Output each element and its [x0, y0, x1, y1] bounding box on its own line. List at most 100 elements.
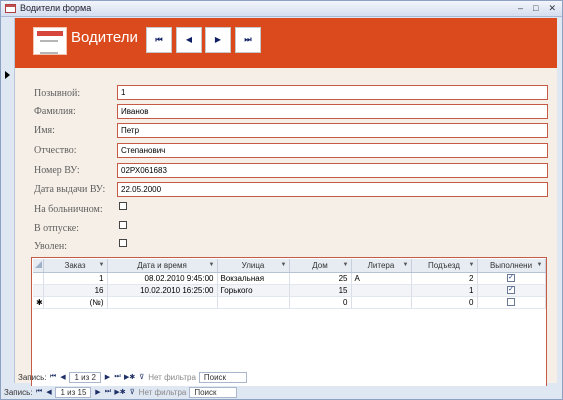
- done-cell[interactable]: ✓: [477, 284, 546, 297]
- surname-label: Фамилия:: [34, 106, 76, 117]
- patronymic-field[interactable]: Степанович: [117, 143, 548, 158]
- column-header-done[interactable]: Выполнени ▼: [477, 259, 546, 273]
- first-record-icon[interactable]: ⏮: [35, 388, 42, 396]
- orders-subform: Заказ ▼ Дата и время ▼ Улица ▼ Дом ▼ Литера ▼…: [31, 257, 547, 388]
- first-record-icon[interactable]: ⏮: [49, 373, 56, 381]
- sick-leave-label: На больничном:: [34, 204, 103, 215]
- done-cell[interactable]: ✓: [477, 272, 546, 285]
- minimize-button[interactable]: –: [518, 3, 523, 14]
- entrance-cell[interactable]: 0: [411, 296, 478, 309]
- form-detail: Позывной: 1 Фамилия: Иванов Имя: Петр От…: [15, 68, 557, 388]
- column-header-entrance[interactable]: Подъезд ▼: [411, 259, 478, 273]
- license-date-field[interactable]: 22.05.2000: [117, 182, 548, 197]
- record-position[interactable]: 1 из 15: [55, 386, 92, 398]
- subform-record-position[interactable]: 1 из 2: [69, 371, 101, 383]
- surname-field[interactable]: Иванов: [117, 104, 548, 119]
- street-cell[interactable]: [217, 296, 290, 309]
- datetime-cell[interactable]: 10.02.2010 16:25:00: [107, 284, 218, 297]
- close-button[interactable]: ✕: [548, 3, 556, 14]
- last-record-icon[interactable]: ⏭: [104, 388, 111, 396]
- done-checkbox[interactable]: [507, 298, 515, 307]
- table-row[interactable]: 1 08.02.2010 9:45:00 Вокзальная 25 А 2 ✓: [33, 272, 546, 285]
- last-record-icon[interactable]: ⏭: [114, 373, 121, 381]
- form-icon: [33, 27, 67, 55]
- street-cell[interactable]: Горького: [217, 284, 290, 297]
- filter-status[interactable]: Нет фильтра: [139, 388, 187, 397]
- table-row[interactable]: 16 10.02.2010 16:25:00 Горького 15 1 ✓: [33, 284, 546, 297]
- dismissed-checkbox[interactable]: [119, 239, 127, 247]
- house-cell[interactable]: 25: [289, 272, 352, 285]
- record-selector[interactable]: [3, 18, 15, 383]
- column-header-order[interactable]: Заказ ▼: [43, 259, 108, 273]
- filter-icon: ⊽: [129, 389, 135, 396]
- entrance-cell[interactable]: 1: [411, 284, 478, 297]
- column-header-litera[interactable]: Литера ▼: [351, 259, 412, 273]
- license-date-label: Дата выдачи ВУ:: [34, 184, 106, 195]
- orders-datasheet: Заказ ▼ Дата и время ▼ Улица ▼ Дом ▼ Литера ▼…: [33, 259, 546, 309]
- form-title: Водители: [71, 29, 138, 46]
- row-selector[interactable]: [33, 284, 44, 297]
- callsign-label: Позывной:: [34, 88, 81, 99]
- house-cell[interactable]: 0: [289, 296, 352, 309]
- callsign-field[interactable]: 1: [117, 85, 548, 100]
- maximize-button[interactable]: □: [533, 3, 538, 14]
- litera-cell[interactable]: [351, 284, 412, 297]
- litera-cell[interactable]: А: [351, 272, 412, 285]
- datetime-cell[interactable]: 08.02.2010 9:45:00: [107, 272, 218, 285]
- chevron-down-icon[interactable]: ▼: [469, 262, 475, 268]
- license-number-field[interactable]: 02РХ061683: [117, 163, 548, 178]
- chevron-down-icon[interactable]: ▼: [209, 262, 215, 268]
- subform-filter-status[interactable]: Нет фильтра: [148, 373, 196, 382]
- first-record-button[interactable]: ⏮: [146, 27, 172, 53]
- new-record-row[interactable]: ✱ (№) 0 0: [33, 296, 546, 309]
- select-all-icon: [35, 260, 42, 268]
- next-record-icon[interactable]: ▶: [94, 388, 101, 396]
- title-bar: Водители форма – □ ✕: [1, 1, 562, 17]
- done-checkbox[interactable]: ✓: [507, 286, 515, 295]
- column-header-street[interactable]: Улица ▼: [217, 259, 290, 273]
- window-title: Водители форма: [20, 3, 92, 13]
- house-cell[interactable]: 15: [289, 284, 352, 297]
- previous-record-icon[interactable]: ◀: [59, 373, 66, 381]
- order-cell[interactable]: 16: [43, 284, 108, 297]
- litera-cell[interactable]: [351, 296, 412, 309]
- subform-record-label: Запись:: [18, 372, 47, 382]
- chevron-down-icon[interactable]: ▼: [281, 262, 287, 268]
- done-checkbox[interactable]: ✓: [507, 274, 515, 283]
- dismissed-label: Уволен:: [34, 241, 68, 252]
- select-all-corner[interactable]: [33, 259, 44, 273]
- new-record-icon[interactable]: ▶✱: [124, 373, 135, 381]
- vacation-checkbox[interactable]: [119, 221, 127, 229]
- chevron-down-icon[interactable]: ▼: [403, 262, 409, 268]
- chevron-down-icon[interactable]: ▼: [343, 262, 349, 268]
- done-cell[interactable]: [477, 296, 546, 309]
- name-field[interactable]: Петр: [117, 123, 548, 138]
- form-window: Водители форма – □ ✕ Водители ⏮ ◀ ▶ ⏭ По…: [0, 0, 563, 400]
- column-header-datetime[interactable]: Дата и время ▼: [107, 259, 218, 273]
- entrance-cell[interactable]: 2: [411, 272, 478, 285]
- form-header: Водители ⏮ ◀ ▶ ⏭: [15, 18, 557, 68]
- row-selector[interactable]: [33, 272, 44, 285]
- form-navigation-bar: Запись: ⏮ ◀ 1 из 15 ▶ ⏭ ▶✱ ⊽ Нет фильтра…: [4, 386, 560, 398]
- datetime-cell[interactable]: [107, 296, 218, 309]
- street-cell[interactable]: Вокзальная: [217, 272, 290, 285]
- record-label: Запись:: [4, 387, 33, 397]
- patronymic-label: Отчество:: [34, 145, 77, 156]
- search-input[interactable]: Поиск: [189, 386, 238, 398]
- next-record-button[interactable]: ▶: [205, 27, 231, 53]
- next-record-icon[interactable]: ▶: [104, 373, 111, 381]
- last-record-button[interactable]: ⏭: [235, 27, 261, 53]
- filter-icon: ⊽: [139, 374, 145, 381]
- chevron-down-icon[interactable]: ▼: [537, 262, 543, 268]
- subform-search-input[interactable]: Поиск: [198, 371, 247, 383]
- column-header-house[interactable]: Дом ▼: [289, 259, 352, 273]
- name-label: Имя:: [34, 125, 55, 136]
- chevron-down-icon[interactable]: ▼: [99, 262, 105, 268]
- vacation-label: В отпуске:: [34, 223, 80, 234]
- sick-leave-checkbox[interactable]: [119, 202, 127, 210]
- previous-record-button[interactable]: ◀: [176, 27, 202, 53]
- new-record-icon[interactable]: ▶✱: [114, 388, 125, 396]
- order-cell[interactable]: 1: [43, 272, 108, 285]
- order-cell[interactable]: (№): [43, 296, 108, 309]
- previous-record-icon[interactable]: ◀: [45, 388, 52, 396]
